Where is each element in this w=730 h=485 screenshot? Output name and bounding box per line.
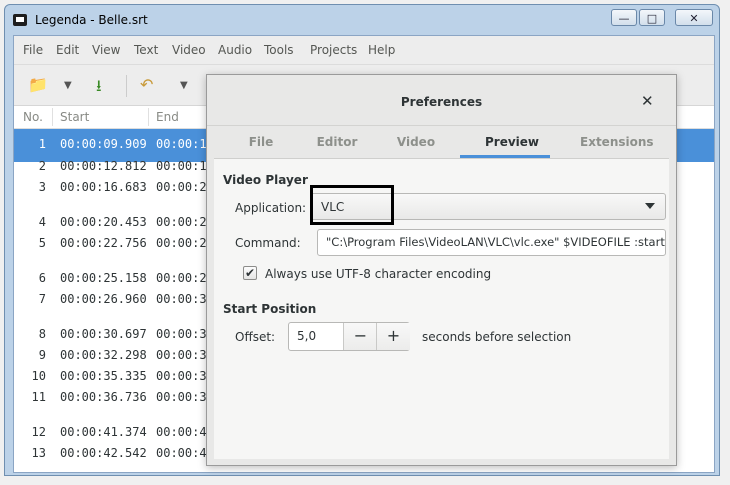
- cell-no: 10: [31, 369, 46, 383]
- cell-start: 00:00:20.453: [60, 215, 147, 229]
- cell-start: 00:00:42.542: [60, 446, 147, 460]
- cell-start: 00:00:09.909: [60, 137, 147, 151]
- decrement-button[interactable]: −: [343, 323, 377, 350]
- cell-start: 00:00:25.158: [60, 271, 147, 285]
- dropdown-icon[interactable]: ▼: [64, 80, 72, 91]
- preferences-tabs: File Editor Video Preview Extensions: [214, 127, 669, 159]
- menu-projects[interactable]: Projects: [310, 43, 357, 57]
- undo-dropdown-icon[interactable]: ▼: [180, 80, 188, 91]
- cell-no: 2: [38, 159, 46, 173]
- utf8-checkbox[interactable]: ✔: [243, 266, 257, 280]
- cell-no: 12: [31, 425, 46, 439]
- cell-start: 00:00:41.374: [60, 425, 147, 439]
- video-player-section-title: Video Player: [223, 173, 308, 187]
- offset-value[interactable]: 5,0: [297, 329, 316, 343]
- menu-video[interactable]: Video: [172, 43, 206, 57]
- cell-no: 3: [38, 180, 46, 194]
- cell-no: 9: [38, 348, 46, 362]
- menu-audio[interactable]: Audio: [218, 43, 252, 57]
- menu-text[interactable]: Text: [134, 43, 158, 57]
- tab-extensions[interactable]: Extensions: [580, 135, 654, 149]
- menu-file[interactable]: File: [23, 43, 43, 57]
- undo-icon[interactable]: ↶: [140, 75, 153, 94]
- cell-start: 00:00:22.756: [60, 236, 147, 250]
- command-label: Command:: [235, 236, 301, 250]
- tab-editor[interactable]: Editor: [314, 135, 360, 149]
- title-bar[interactable]: Legenda - Belle.srt — □ ✕: [5, 5, 719, 35]
- column-header-end[interactable]: End: [156, 110, 179, 124]
- cell-start: 00:00:32.298: [60, 348, 147, 362]
- column-separator: [52, 108, 53, 126]
- column-header-no[interactable]: No.: [23, 110, 43, 124]
- tab-preview[interactable]: Preview: [467, 135, 557, 149]
- app-icon: [13, 14, 27, 26]
- tab-video[interactable]: Video: [396, 135, 436, 149]
- cell-no: 7: [38, 292, 46, 306]
- open-icon[interactable]: 📁: [28, 75, 48, 94]
- cell-no: 4: [38, 215, 46, 229]
- active-tab-indicator: [460, 155, 550, 158]
- cell-start: 00:00:12.812: [60, 159, 147, 173]
- cell-start: 00:00:30.697: [60, 327, 147, 341]
- cell-no: 11: [31, 390, 46, 404]
- menu-help[interactable]: Help: [368, 43, 395, 57]
- offset-label: Offset:: [235, 330, 276, 344]
- cell-no: 6: [38, 271, 46, 285]
- tab-file[interactable]: File: [243, 135, 279, 149]
- dialog-title: Preferences: [400, 95, 483, 109]
- preferences-dialog: Preferences ✕ File Editor Video Preview …: [206, 74, 677, 466]
- save-icon[interactable]: ⭳: [96, 75, 102, 102]
- cell-start: 00:00:16.683: [60, 180, 147, 194]
- column-separator: [148, 108, 149, 126]
- offset-spinbutton[interactable]: 5,0 − +: [288, 322, 410, 351]
- close-window-button[interactable]: ✕: [675, 9, 713, 26]
- cell-no: 8: [38, 327, 46, 341]
- minimize-button[interactable]: —: [611, 9, 637, 26]
- start-position-section-title: Start Position: [223, 302, 317, 316]
- menu-view[interactable]: View: [92, 43, 120, 57]
- increment-button[interactable]: +: [376, 323, 410, 350]
- chevron-down-icon: [645, 203, 655, 209]
- command-input[interactable]: "C:\Program Files\VideoLAN\VLC\vlc.exe" …: [317, 229, 666, 256]
- window-title: Legenda - Belle.srt: [35, 13, 148, 27]
- maximize-button[interactable]: □: [639, 9, 665, 26]
- close-icon[interactable]: ✕: [641, 92, 654, 110]
- cell-start: 00:00:26.960: [60, 292, 147, 306]
- menu-tools[interactable]: Tools: [264, 43, 294, 57]
- cell-no: 5: [38, 236, 46, 250]
- cell-end: 00:00:1: [156, 137, 207, 151]
- utf8-label: Always use UTF-8 character encoding: [265, 267, 492, 281]
- dialog-header: Preferences ✕: [207, 75, 676, 126]
- cell-no: 13: [31, 446, 46, 460]
- column-header-start[interactable]: Start: [60, 110, 89, 124]
- menu-edit[interactable]: Edit: [56, 43, 79, 57]
- cell-start: 00:00:36.736: [60, 390, 147, 404]
- toolbar-separator: [126, 75, 127, 97]
- application-label: Application:: [235, 201, 307, 215]
- checkmark-icon: ✔: [244, 266, 256, 280]
- preview-settings-panel: Video Player Application: VLC Command: "…: [214, 159, 669, 459]
- cell-no: 1: [38, 137, 46, 151]
- highlight-annotation-box: [310, 185, 394, 225]
- cell-start: 00:00:35.335: [60, 369, 147, 383]
- menu-bar: File Edit View Text Video Audio Tools Pr…: [14, 36, 714, 65]
- offset-suffix: seconds before selection: [422, 330, 572, 344]
